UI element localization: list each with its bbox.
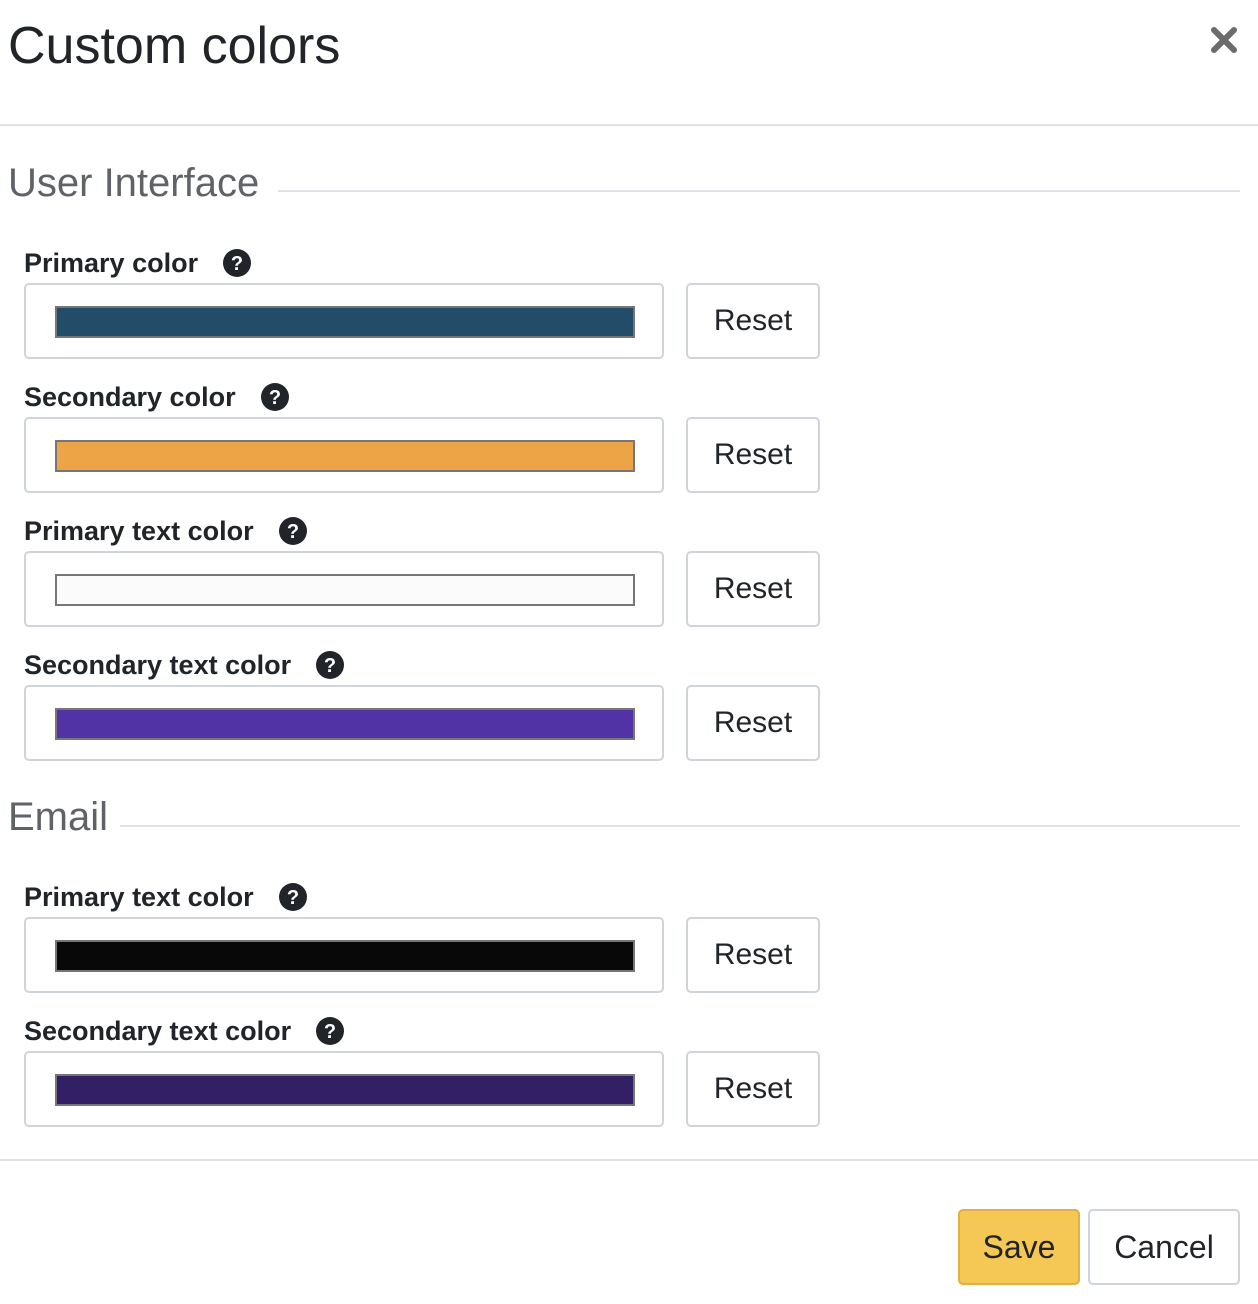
cancel-button[interactable]: Cancel bbox=[1088, 1209, 1240, 1285]
question-circle-icon[interactable]: ? bbox=[260, 382, 290, 412]
color-swatch bbox=[55, 440, 635, 472]
svg-text:?: ? bbox=[286, 887, 298, 909]
field-label-text: Primary text color bbox=[24, 515, 254, 546]
svg-text:?: ? bbox=[231, 253, 243, 275]
modal-title: Custom colors bbox=[8, 17, 341, 75]
svg-text:?: ? bbox=[286, 521, 298, 543]
question-circle-icon[interactable]: ? bbox=[278, 516, 308, 546]
question-circle-icon[interactable]: ? bbox=[315, 650, 345, 680]
close-button[interactable] bbox=[1204, 20, 1244, 60]
field-label-text: Primary color bbox=[24, 247, 199, 278]
color-swatch bbox=[55, 306, 635, 338]
field-label-primary-text-color: Primary text color ? bbox=[24, 513, 308, 549]
secondary-color-reset-button[interactable]: Reset bbox=[686, 417, 820, 493]
field-label-text: Primary text color bbox=[24, 881, 254, 912]
secondary-text-color-reset-button[interactable]: Reset bbox=[686, 685, 820, 761]
close-icon bbox=[1211, 27, 1237, 53]
question-circle-icon[interactable]: ? bbox=[315, 1016, 345, 1046]
field-label-primary-color: Primary color ? bbox=[24, 245, 252, 281]
svg-text:?: ? bbox=[324, 655, 336, 677]
legend-text: Email bbox=[8, 795, 109, 839]
question-circle-icon[interactable]: ? bbox=[278, 882, 308, 912]
field-label-email-secondary-text-color: Secondary text color ? bbox=[24, 1013, 345, 1049]
primary-color-reset-button[interactable]: Reset bbox=[686, 283, 820, 359]
field-label-text: Secondary text color bbox=[24, 649, 292, 680]
legend-divider bbox=[120, 825, 1240, 827]
legend-divider bbox=[278, 190, 1240, 192]
question-circle-icon[interactable]: ? bbox=[222, 248, 252, 278]
color-swatch bbox=[55, 574, 635, 606]
section-legend-user-interface: User Interface bbox=[0, 160, 259, 206]
field-label-text: Secondary color bbox=[24, 381, 236, 412]
email-secondary-text-color-reset-button[interactable]: Reset bbox=[686, 1051, 820, 1127]
color-swatch bbox=[55, 1074, 635, 1106]
primary-text-color-reset-button[interactable]: Reset bbox=[686, 551, 820, 627]
email-secondary-text-color-picker[interactable] bbox=[24, 1051, 664, 1127]
field-label-secondary-text-color: Secondary text color ? bbox=[24, 647, 345, 683]
email-primary-text-color-reset-button[interactable]: Reset bbox=[686, 917, 820, 993]
svg-text:?: ? bbox=[268, 387, 280, 409]
color-swatch bbox=[55, 708, 635, 740]
field-label-email-primary-text-color: Primary text color ? bbox=[24, 879, 308, 915]
legend-text: User Interface bbox=[8, 161, 260, 205]
secondary-color-picker[interactable] bbox=[24, 417, 664, 493]
modal-footer: Save Cancel bbox=[0, 1159, 1258, 1304]
primary-color-picker[interactable] bbox=[24, 283, 664, 359]
section-legend-email: Email bbox=[0, 794, 108, 840]
modal-header: Custom colors bbox=[0, 0, 1258, 126]
svg-text:?: ? bbox=[324, 1021, 336, 1043]
field-label-text: Secondary text color bbox=[24, 1015, 292, 1046]
secondary-text-color-picker[interactable] bbox=[24, 685, 664, 761]
email-primary-text-color-picker[interactable] bbox=[24, 917, 664, 993]
custom-colors-modal: Custom colors User Interface Primary col… bbox=[0, 0, 1258, 1304]
primary-text-color-picker[interactable] bbox=[24, 551, 664, 627]
color-swatch bbox=[55, 940, 635, 972]
save-button[interactable]: Save bbox=[958, 1209, 1080, 1285]
field-label-secondary-color: Secondary color ? bbox=[24, 379, 290, 415]
